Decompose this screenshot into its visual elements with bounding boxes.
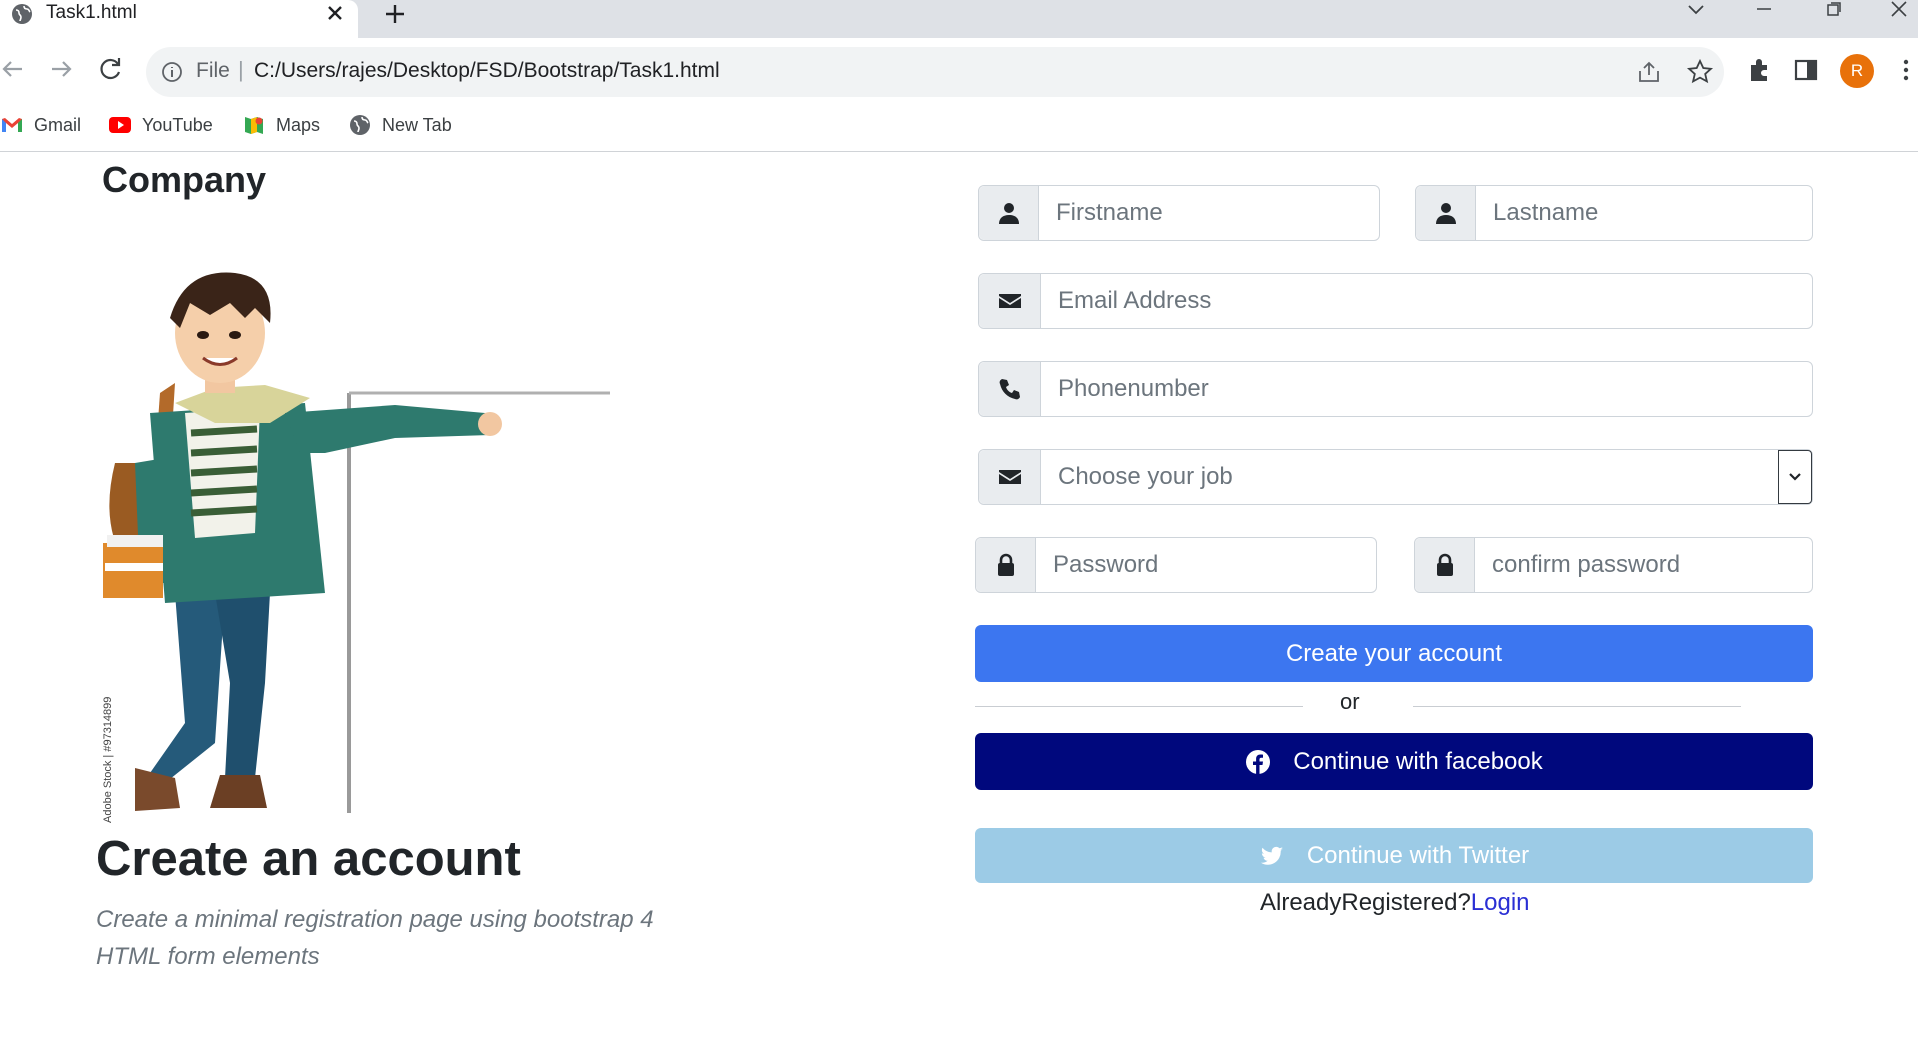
bookmark-new-tab[interactable]: New Tab (348, 112, 452, 138)
phone-input[interactable] (1041, 362, 1812, 416)
bookmark-label: Gmail (34, 114, 82, 135)
hero-subtitle-line: HTML form elements (96, 943, 320, 970)
profile-avatar[interactable]: R (1840, 54, 1874, 88)
maps-icon (245, 117, 263, 134)
divider-line-left (975, 706, 1303, 707)
facebook-button[interactable]: Continue with facebook (975, 733, 1813, 790)
youtube-icon (109, 117, 131, 133)
student-illustration: Adobe Stock | #97314899 (102, 272, 610, 823)
lock-icon (1415, 538, 1475, 592)
bookmark-gmail[interactable]: Gmail (0, 112, 81, 138)
divider-or: or (1340, 689, 1360, 714)
already-registered-text: AlreadyRegistered? (1260, 889, 1471, 916)
close-window-icon[interactable] (1878, 0, 1918, 22)
envelope-icon (979, 450, 1041, 504)
reload-icon[interactable] (94, 52, 128, 86)
bookmarks-bar: Gmail YouTube Maps New Tab (0, 100, 1918, 152)
password-input[interactable] (1036, 538, 1376, 592)
bookmark-maps[interactable]: Maps (242, 112, 320, 138)
address-bar[interactable]: File | C:/Users/rajes/Desktop/FSD/Bootst… (146, 47, 1724, 97)
twitter-label: Continue with Twitter (1306, 841, 1530, 869)
hero-subtitle: Create a minimal registration page using… (96, 901, 716, 975)
extensions-puzzle-icon[interactable] (1746, 56, 1774, 84)
tab-search-chevron-icon[interactable] (1676, 0, 1716, 22)
create-account-button[interactable]: Create your account (975, 625, 1813, 682)
phone-group (978, 361, 1813, 417)
gmail-icon (2, 118, 22, 132)
confirm-password-input[interactable] (1475, 538, 1812, 592)
svg-text:Adobe Stock | #97314899: Adobe Stock | #97314899 (102, 697, 114, 823)
bookmark-label: Maps (276, 114, 321, 135)
browser-tab[interactable]: Task1.html (0, 0, 358, 38)
user-icon (1416, 186, 1476, 240)
hero-title: Create an account (96, 832, 521, 886)
phone-icon (979, 362, 1041, 416)
envelope-icon (979, 274, 1041, 328)
user-icon (979, 186, 1039, 240)
site-info-icon[interactable] (160, 60, 184, 84)
facebook-label: Continue with facebook (1293, 747, 1543, 775)
bookmark-label: New Tab (382, 114, 452, 135)
new-tab-plus-icon[interactable] (380, 0, 410, 28)
password-group (975, 537, 1377, 593)
divider-line-right (1413, 706, 1741, 707)
bookmark-youtube[interactable]: YouTube (108, 112, 213, 138)
bookmark-label: YouTube (142, 114, 213, 135)
minimize-icon[interactable] (1744, 0, 1784, 22)
lastname-group (1415, 185, 1813, 241)
login-prompt: AlreadyRegistered?Login (1260, 889, 1530, 917)
globe-icon (350, 115, 370, 135)
create-account-label: Create your account (1285, 639, 1503, 667)
omnibox-separator: | (238, 57, 244, 82)
url-text[interactable]: C:/Users/rajes/Desktop/FSD/Bootstrap/Tas… (254, 59, 720, 83)
login-link[interactable]: Login (1471, 889, 1530, 916)
brand-title: Company (102, 159, 267, 200)
email-input[interactable] (1041, 274, 1812, 328)
tab-strip: Task1.html (0, 0, 1918, 38)
job-group: Choose your job (978, 449, 1813, 505)
firstname-group (978, 185, 1380, 241)
twitter-button[interactable]: Continue with Twitter (975, 828, 1813, 883)
share-icon[interactable] (1636, 59, 1662, 85)
twitter-bird-icon (1260, 846, 1283, 865)
side-panel-icon[interactable] (1792, 56, 1820, 84)
lock-icon (976, 538, 1036, 592)
email-group (978, 273, 1813, 329)
tab-title: Task1.html (46, 2, 137, 23)
restore-icon[interactable] (1814, 0, 1854, 22)
forward-arrow-icon[interactable] (44, 52, 78, 86)
lastname-input[interactable] (1476, 186, 1812, 240)
bookmark-star-icon[interactable] (1686, 58, 1714, 86)
job-select[interactable]: Choose your job (1041, 450, 1778, 504)
facebook-icon (1246, 749, 1271, 774)
browser-toolbar: File | C:/Users/rajes/Desktop/FSD/Bootst… (0, 38, 1918, 100)
tab-close-icon[interactable] (322, 0, 348, 26)
scheme-label: File (196, 59, 230, 82)
globe-icon (12, 4, 32, 24)
firstname-input[interactable] (1039, 186, 1379, 240)
hero-subtitle-line: Create a minimal registration page using… (96, 906, 654, 933)
page-content: Company Adobe Stock | #97314899 Create a… (0, 153, 1918, 1057)
back-arrow-icon[interactable] (0, 52, 30, 86)
confirm-password-group (1414, 537, 1813, 593)
chevron-down-icon[interactable] (1778, 450, 1812, 504)
more-menu-icon[interactable] (1894, 56, 1918, 84)
